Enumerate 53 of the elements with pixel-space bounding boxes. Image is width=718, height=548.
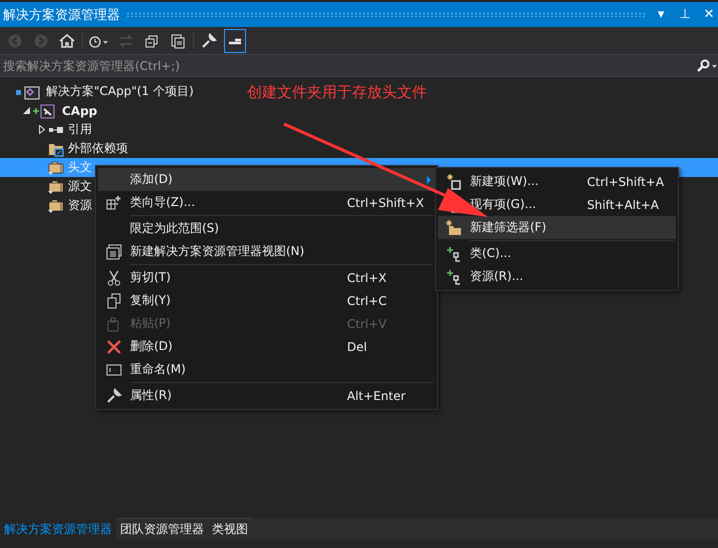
new-folder-icon <box>446 220 462 236</box>
folder-icon <box>48 160 64 176</box>
panel-tab[interactable]: 解决方案资源管理器 <box>0 518 116 540</box>
folder-icon <box>48 178 64 194</box>
copy-icon <box>106 292 122 308</box>
menu-item[interactable]: 添加(D) <box>98 168 435 191</box>
collapse-icon <box>144 32 160 48</box>
close-button[interactable]: ✕ <box>700 7 718 22</box>
expanded-icon[interactable] <box>22 107 30 114</box>
forward-icon <box>33 32 49 48</box>
menu-item[interactable]: 资源(R)... <box>438 265 676 288</box>
menu-item[interactable]: 重命名(M) <box>98 358 435 381</box>
add-resource-icon <box>446 268 462 284</box>
solution-icon <box>16 84 42 100</box>
menu-item[interactable]: 复制(Y) Ctrl+C <box>98 289 435 312</box>
menu-item[interactable]: 新建项(W)... Ctrl+Shift+A <box>438 170 676 193</box>
panel-tab[interactable]: 团队资源管理器 <box>116 518 208 540</box>
tree-item[interactable]: 解决方案"CApp"(1 个项目) <box>0 82 198 101</box>
folder-icon <box>48 198 64 214</box>
new-item-icon <box>446 174 462 190</box>
dropdown-button[interactable]: ▾ <box>652 7 670 22</box>
menu-item[interactable]: 新建筛选器(F) <box>438 216 676 239</box>
menu-item[interactable]: 属性(R) Alt+Enter <box>98 384 435 407</box>
rename-icon <box>106 362 122 378</box>
properties-icon <box>201 32 217 48</box>
menu-item[interactable]: 类向导(Z)... Ctrl+Shift+X <box>98 191 435 214</box>
tree-item[interactable]: 外部依赖项 <box>0 139 132 158</box>
properties-icon <box>106 388 122 404</box>
tree-item[interactable]: 资源 <box>0 196 96 215</box>
view-icon <box>106 244 122 260</box>
menu-item[interactable]: 剪切(T) Ctrl+X <box>98 266 435 289</box>
tree-item[interactable]: CApp <box>0 101 102 120</box>
annotation-text: 创建文件夹用于存放头文件 <box>247 83 427 102</box>
home-icon <box>59 32 75 48</box>
delete-icon <box>106 338 122 354</box>
sync-icon <box>118 32 134 48</box>
menu-item[interactable]: 限定为此范围(S) <box>98 217 435 240</box>
collapsed-icon[interactable] <box>39 125 45 134</box>
preview-button[interactable] <box>224 28 246 52</box>
window-title: 解决方案资源管理器 <box>3 6 120 24</box>
wizard-icon <box>106 194 122 210</box>
back-icon <box>7 32 23 48</box>
files-icon <box>170 32 186 48</box>
tree-item[interactable]: 引用 <box>0 120 96 139</box>
menu-item[interactable]: 新建解决方案资源管理器视图(N) <box>98 240 435 263</box>
menu-item[interactable]: 删除(D) Del <box>98 335 435 358</box>
tree-item[interactable]: 源文 <box>0 177 96 196</box>
add-class-icon <box>446 246 462 262</box>
cut-icon <box>106 270 122 286</box>
panel-tab[interactable]: 类视图 <box>208 518 252 540</box>
search-icon[interactable] <box>696 58 718 72</box>
menu-item[interactable]: 类(C)... <box>438 242 676 265</box>
pin-button[interactable]: ⊥ <box>676 7 694 22</box>
